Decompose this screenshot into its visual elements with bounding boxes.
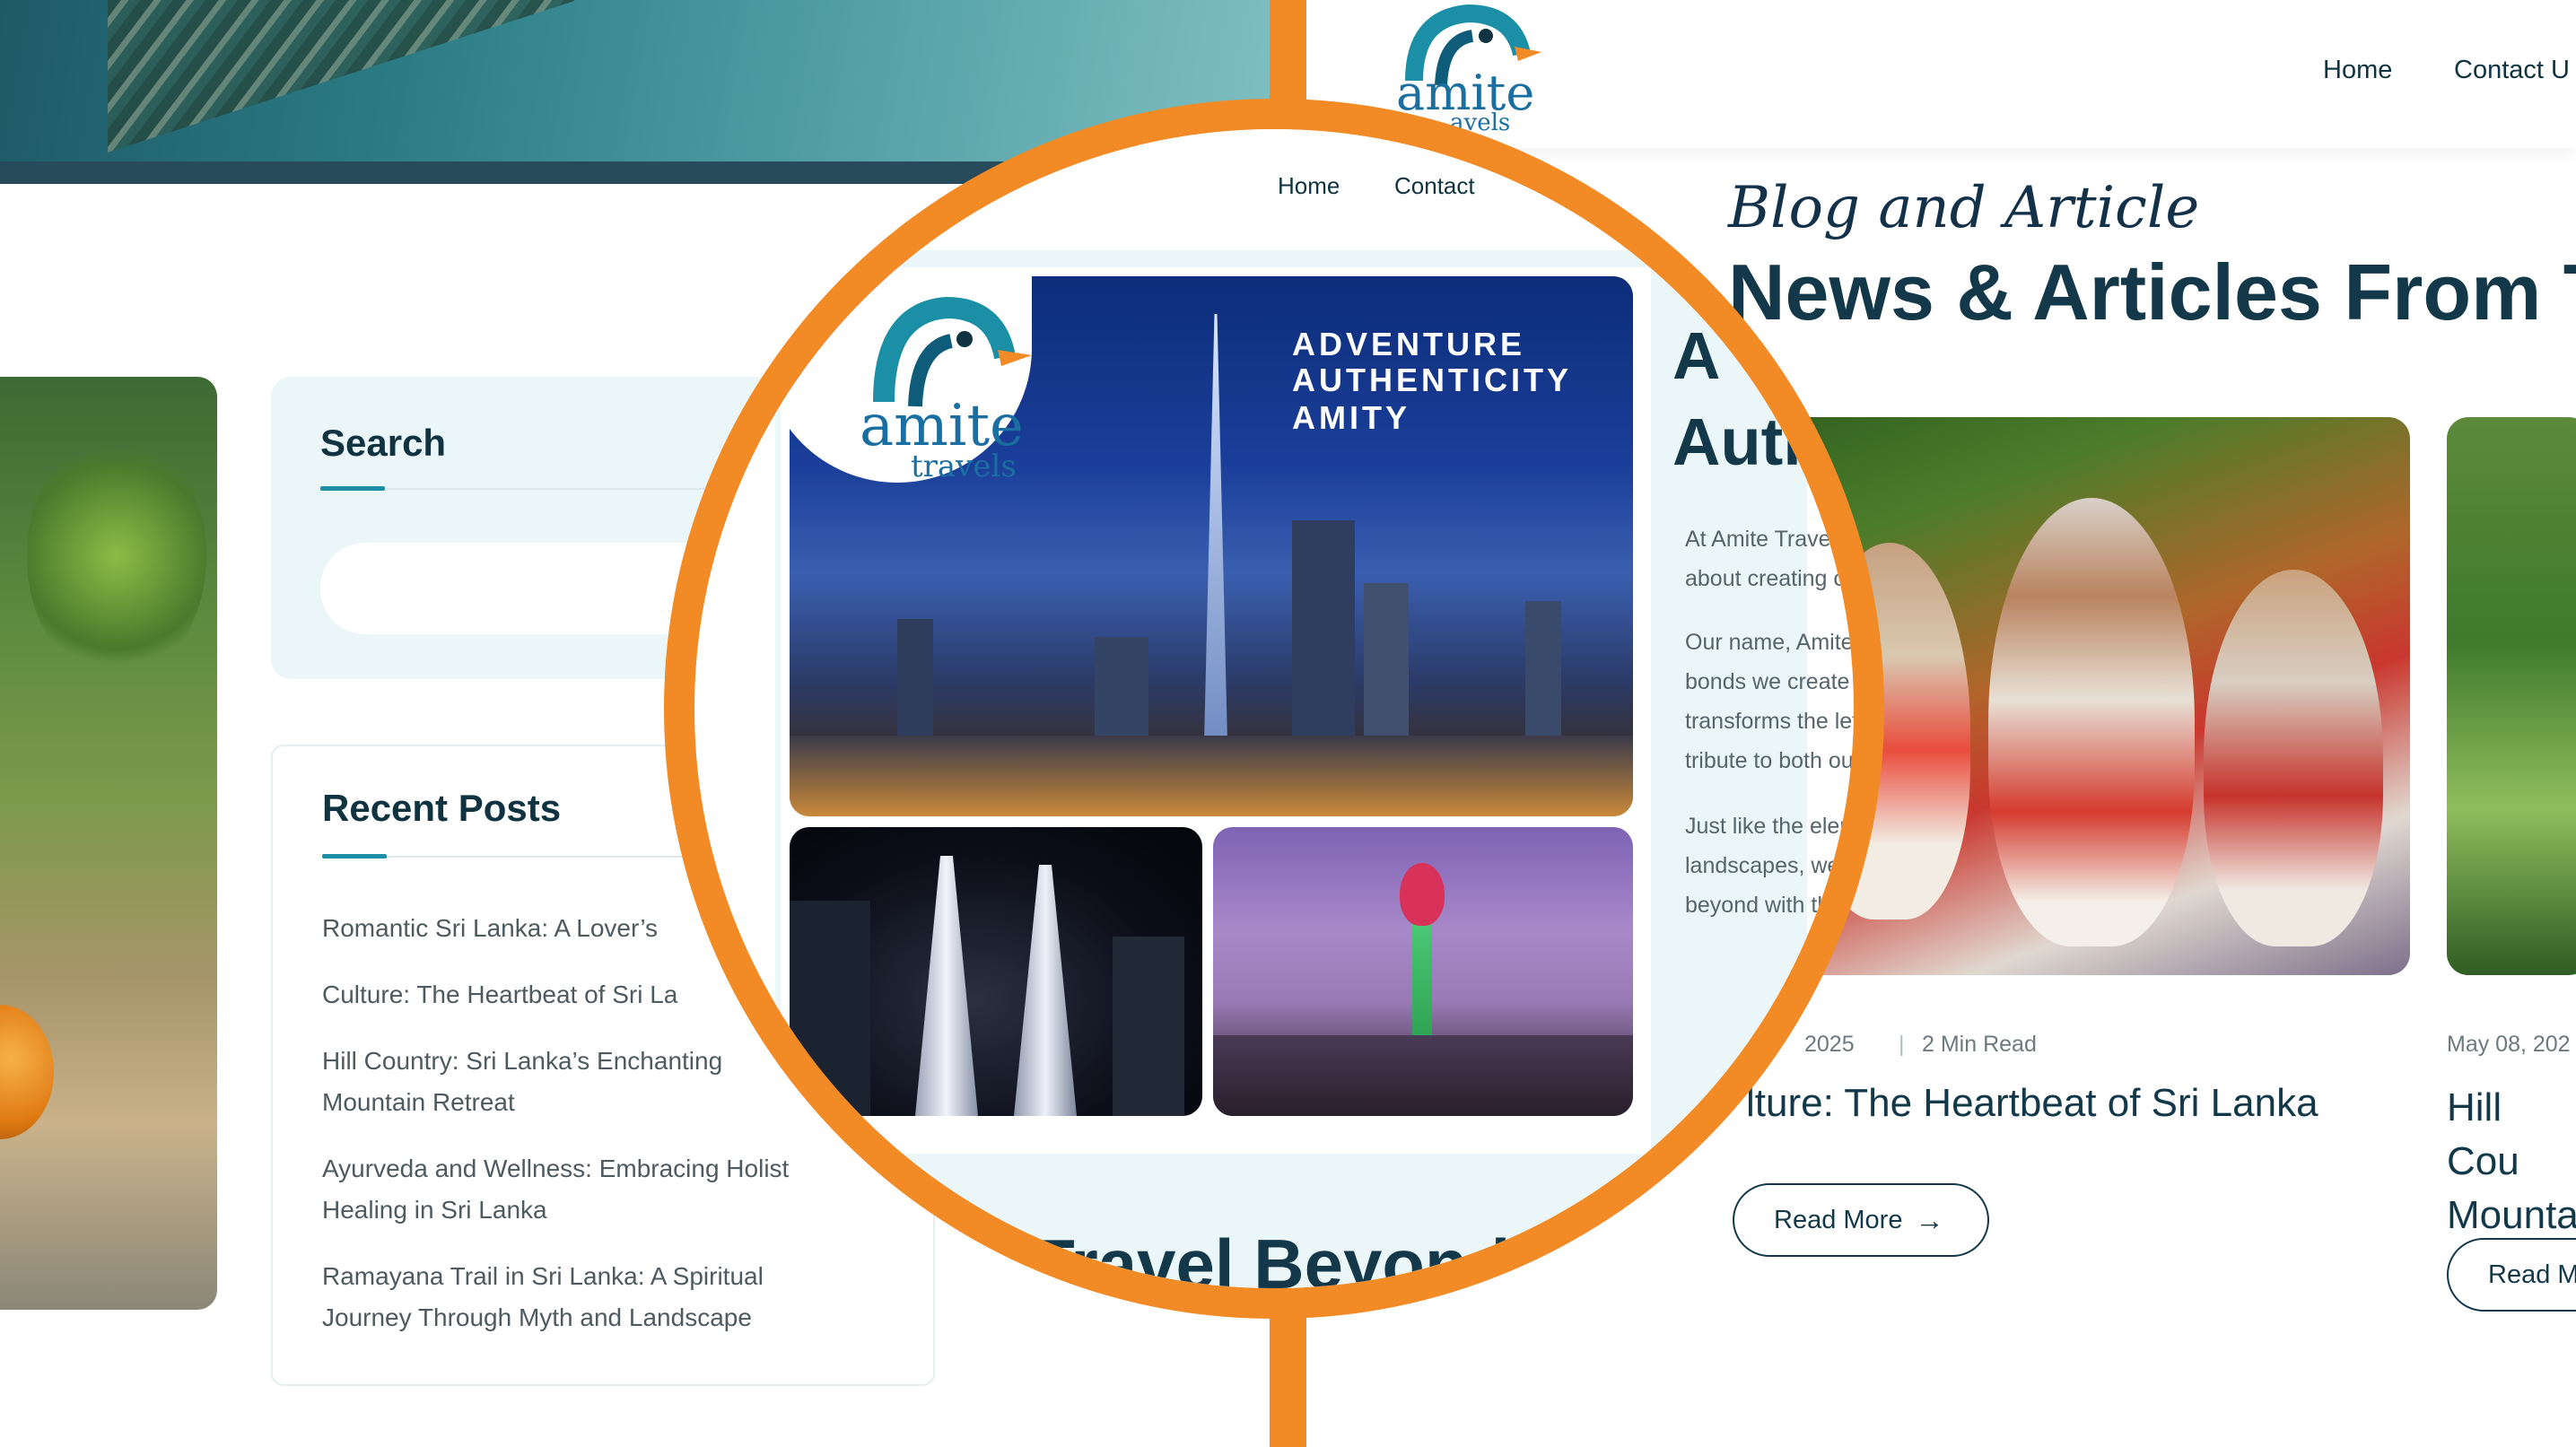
tagline-line: ADVENTURE — [1292, 326, 1526, 362]
post-title[interactable]: lture: The Heartbeat of Sri Lanka — [1746, 1081, 2318, 1126]
about-paragraph: Our name, Amite, bonds we create b trans… — [1685, 623, 1869, 780]
nav-home-link[interactable]: Home — [1278, 172, 1340, 200]
paragraph-line: Just like the eleph — [1685, 814, 1865, 839]
read-more-button[interactable]: Read M — [2447, 1238, 2576, 1312]
about-heading-line: Auth — [1672, 405, 1824, 479]
about-paragraph: At Amite Travel about creating c — [1685, 519, 1854, 598]
paragraph-line: about creating c — [1685, 566, 1845, 591]
arrow-right-icon: → — [1915, 1203, 1944, 1236]
paragraph-line: Our name, Amite, — [1685, 630, 1860, 655]
paragraph-line: transforms the lett — [1685, 709, 1865, 734]
dubai-skyline-image: amite travels ADVENTURE AUTHENTICITY AMI… — [790, 276, 1633, 816]
lotus-bud — [1400, 863, 1445, 926]
beach-image — [0, 377, 217, 1310]
top-navbar: amite avels Home Contact U — [1306, 0, 2576, 148]
blog-heading: News & Articles From To — [1728, 248, 2576, 336]
title-underline — [322, 854, 387, 859]
nav-contact-link[interactable]: Contact U — [2454, 56, 2570, 85]
search-title: Search — [320, 422, 447, 464]
lotus-tower-image — [1213, 827, 1633, 1116]
post-title-line: Hill Cou — [2447, 1085, 2519, 1183]
post-title[interactable]: Hill Cou Mounta — [2447, 1081, 2576, 1242]
paragraph-line: landscapes, we g — [1685, 853, 1859, 878]
logo-subtitle: travels — [911, 449, 1017, 484]
about-heading-line: A — [1672, 318, 1721, 393]
recent-post-line: Journey Through Myth and Landscape — [322, 1303, 752, 1331]
nav-contact-link[interactable]: Contact — [1394, 172, 1475, 200]
tagline-line: AMITY — [1292, 399, 1410, 436]
post-title-line: Mounta — [2447, 1193, 2576, 1237]
meta-separator: | — [1899, 1032, 1905, 1057]
read-more-label: Read M — [2488, 1260, 2576, 1289]
paragraph-line: tribute to both our — [1685, 748, 1861, 773]
nav-home-link[interactable]: Home — [2323, 56, 2392, 85]
hill-country-post-image[interactable] — [2447, 417, 2576, 975]
post-date: May 08, 202 — [2447, 1032, 2571, 1057]
about-heading: A Auth — [1672, 313, 1824, 485]
recent-posts-title: Recent Posts — [322, 787, 562, 829]
paragraph-line: At Amite Travel — [1685, 527, 1837, 552]
title-underline — [320, 486, 385, 491]
tagline-line: AUTHENTICITY — [1292, 362, 1572, 398]
post-read-time: 2 Min Read — [1922, 1032, 2037, 1057]
petronas-towers-image — [790, 827, 1202, 1116]
paragraph-line: bonds we create b — [1685, 669, 1869, 694]
magnifier-circle: Home Contact amite travels ADVENTURE AUT… — [664, 99, 1884, 1319]
post-date: 2025 — [1804, 1032, 1855, 1057]
center-navbar: Home Contact — [694, 129, 1854, 253]
